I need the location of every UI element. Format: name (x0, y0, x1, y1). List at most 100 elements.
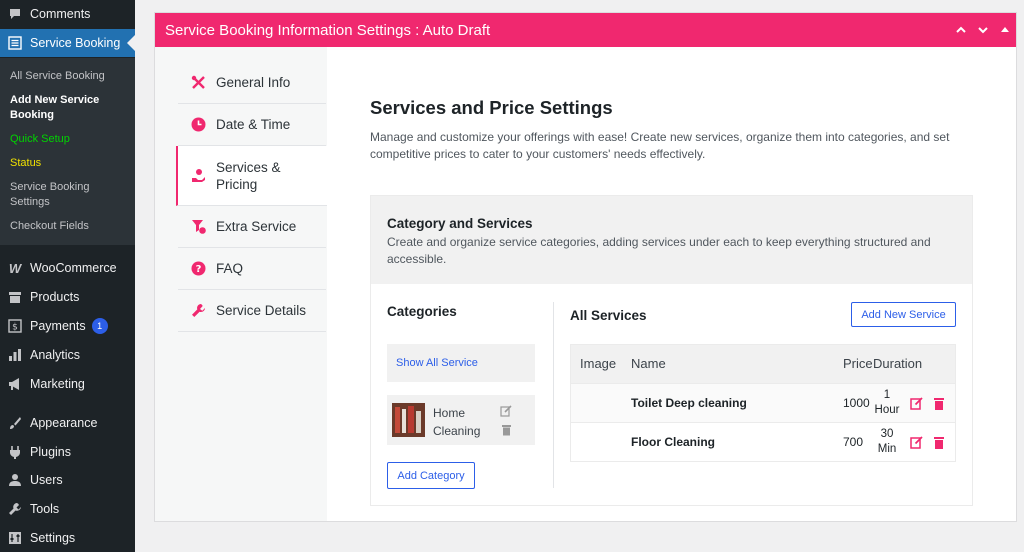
submenu-settings[interactable]: Service Booking Settings (10, 180, 130, 210)
submenu-add-new[interactable]: Add New Service Booking (10, 93, 130, 123)
service-name: Floor Cleaning (631, 435, 715, 449)
question-icon: ? (190, 261, 206, 277)
menu-comments[interactable]: Comments (0, 0, 135, 28)
menu-label: Service Booking (30, 36, 121, 50)
chevron-down-icon[interactable] (973, 20, 993, 40)
chevron-up-icon[interactable] (951, 20, 971, 40)
menu-label: Users (30, 473, 63, 487)
categories-heading: Categories (387, 304, 457, 319)
submenu-quick-setup[interactable]: Quick Setup (10, 132, 130, 147)
tools-icon (190, 75, 206, 91)
tab-service-details[interactable]: Service Details (178, 290, 326, 332)
service-name: Toilet Deep cleaning (631, 396, 747, 410)
edit-icon[interactable] (908, 434, 924, 450)
menu-products[interactable]: Products (0, 283, 135, 311)
active-indicator (127, 35, 135, 51)
tab-label: Date & Time (216, 117, 291, 132)
menu-label: Analytics (30, 348, 81, 362)
trash-icon[interactable] (499, 423, 513, 437)
trash-icon[interactable] (931, 395, 947, 411)
table-row: Floor Cleaning 700 30 Min (571, 422, 955, 461)
category-thumbnail (392, 403, 425, 437)
menu-label: Products (30, 290, 80, 304)
tab-date-time[interactable]: Date & Time (178, 104, 326, 146)
tab-label: Extra Service (216, 219, 297, 234)
bar-chart-icon (0, 348, 30, 362)
column-header-duration: Duration (873, 356, 923, 371)
show-all-service-button[interactable]: Show All Service (387, 344, 535, 382)
woocommerce-icon: W (8, 260, 22, 276)
list-icon (0, 36, 30, 50)
page-description: Manage and customize your offerings with… (370, 130, 950, 161)
triangle-up-icon[interactable] (995, 20, 1015, 40)
settings-tab-list: General Info Date & Time Services & Pric… (155, 47, 327, 521)
clock-icon (190, 117, 206, 133)
table-row: Toilet Deep cleaning 1000 1 Hour (571, 383, 955, 422)
menu-label: Appearance (30, 416, 98, 430)
service-duration: 1 Hour (874, 389, 900, 416)
trash-icon[interactable] (931, 434, 947, 450)
menu-appearance[interactable]: Appearance (0, 409, 135, 437)
tab-extra-service[interactable]: Extra Service (178, 206, 326, 248)
add-category-button[interactable]: Add Category (387, 462, 475, 489)
svg-text:$: $ (12, 323, 18, 333)
tab-label: Services & Pricing (216, 159, 281, 192)
tab-label: General Info (216, 75, 291, 90)
column-header-image: Image (580, 356, 617, 371)
column-header-price: Price (843, 356, 873, 371)
menu-payments[interactable]: $ Payments 1 (0, 312, 135, 340)
category-panel-title: Category and Services (387, 216, 533, 231)
services-pricing-panel: Services and Price Settings Manage and c… (327, 47, 1016, 521)
brush-icon (0, 416, 30, 430)
tab-faq[interactable]: ? FAQ (178, 248, 326, 290)
service-price: 700 (843, 435, 864, 449)
edit-icon[interactable] (908, 395, 924, 411)
comment-icon (0, 7, 30, 21)
services-table: Image Name Price Duration Toilet Deep cl… (570, 344, 956, 462)
archive-icon (0, 290, 30, 304)
plug-icon (0, 445, 30, 459)
megaphone-icon (0, 377, 30, 391)
category-name: Home Cleaning (433, 406, 481, 438)
svg-text:?: ? (195, 264, 201, 275)
admin-sidebar: Comments Service Booking All Service Boo… (0, 0, 135, 552)
table-header: Image Name Price Duration (571, 345, 955, 383)
wrench-icon (0, 502, 30, 516)
category-item[interactable]: Home Cleaning (387, 395, 535, 445)
dollar-icon: $ (0, 319, 30, 333)
menu-settings[interactable]: Settings (0, 524, 135, 552)
menu-users[interactable]: Users (0, 466, 135, 494)
column-header-name: Name (631, 356, 666, 371)
service-duration: 30 Min (877, 428, 897, 455)
menu-label: WooCommerce (30, 261, 117, 275)
menu-tools[interactable]: Tools (0, 495, 135, 523)
tab-label: Service Details (216, 303, 307, 318)
tab-general-info[interactable]: General Info (178, 62, 326, 104)
menu-woocommerce[interactable]: W WooCommerce (0, 254, 135, 282)
tab-services-pricing[interactable]: Services & Pricing (176, 146, 327, 206)
metabox-title: Service Booking Information Settings : A… (165, 21, 491, 39)
hand-coin-icon (190, 168, 206, 184)
submenu-all-service-booking[interactable]: All Service Booking (10, 69, 130, 84)
menu-marketing[interactable]: Marketing (0, 370, 135, 398)
divider (553, 302, 554, 488)
menu-analytics[interactable]: Analytics (0, 341, 135, 369)
menu-plugins[interactable]: Plugins (0, 438, 135, 466)
wrench-icon (190, 303, 206, 319)
menu-label: Tools (30, 502, 60, 516)
menu-service-booking[interactable]: Service Booking (0, 29, 135, 57)
menu-label: Comments (30, 7, 91, 21)
service-booking-submenu: All Service Booking Add New Service Book… (0, 58, 135, 245)
category-panel-description: Create and organize service categories, … (387, 235, 931, 266)
filter-dollar-icon (190, 219, 206, 235)
menu-label: Settings (30, 531, 76, 545)
add-new-service-button[interactable]: Add New Service (851, 302, 956, 327)
submenu-status[interactable]: Status (10, 156, 130, 171)
edit-icon[interactable] (499, 404, 513, 418)
submenu-checkout-fields[interactable]: Checkout Fields (10, 219, 130, 234)
service-price: 1000 (843, 396, 870, 410)
category-services-panel: Category and Services Create and organiz… (370, 195, 973, 506)
service-booking-metabox: Service Booking Information Settings : A… (154, 12, 1017, 522)
menu-label: Plugins (30, 445, 71, 459)
category-panel-header: Category and Services Create and organiz… (371, 196, 972, 284)
